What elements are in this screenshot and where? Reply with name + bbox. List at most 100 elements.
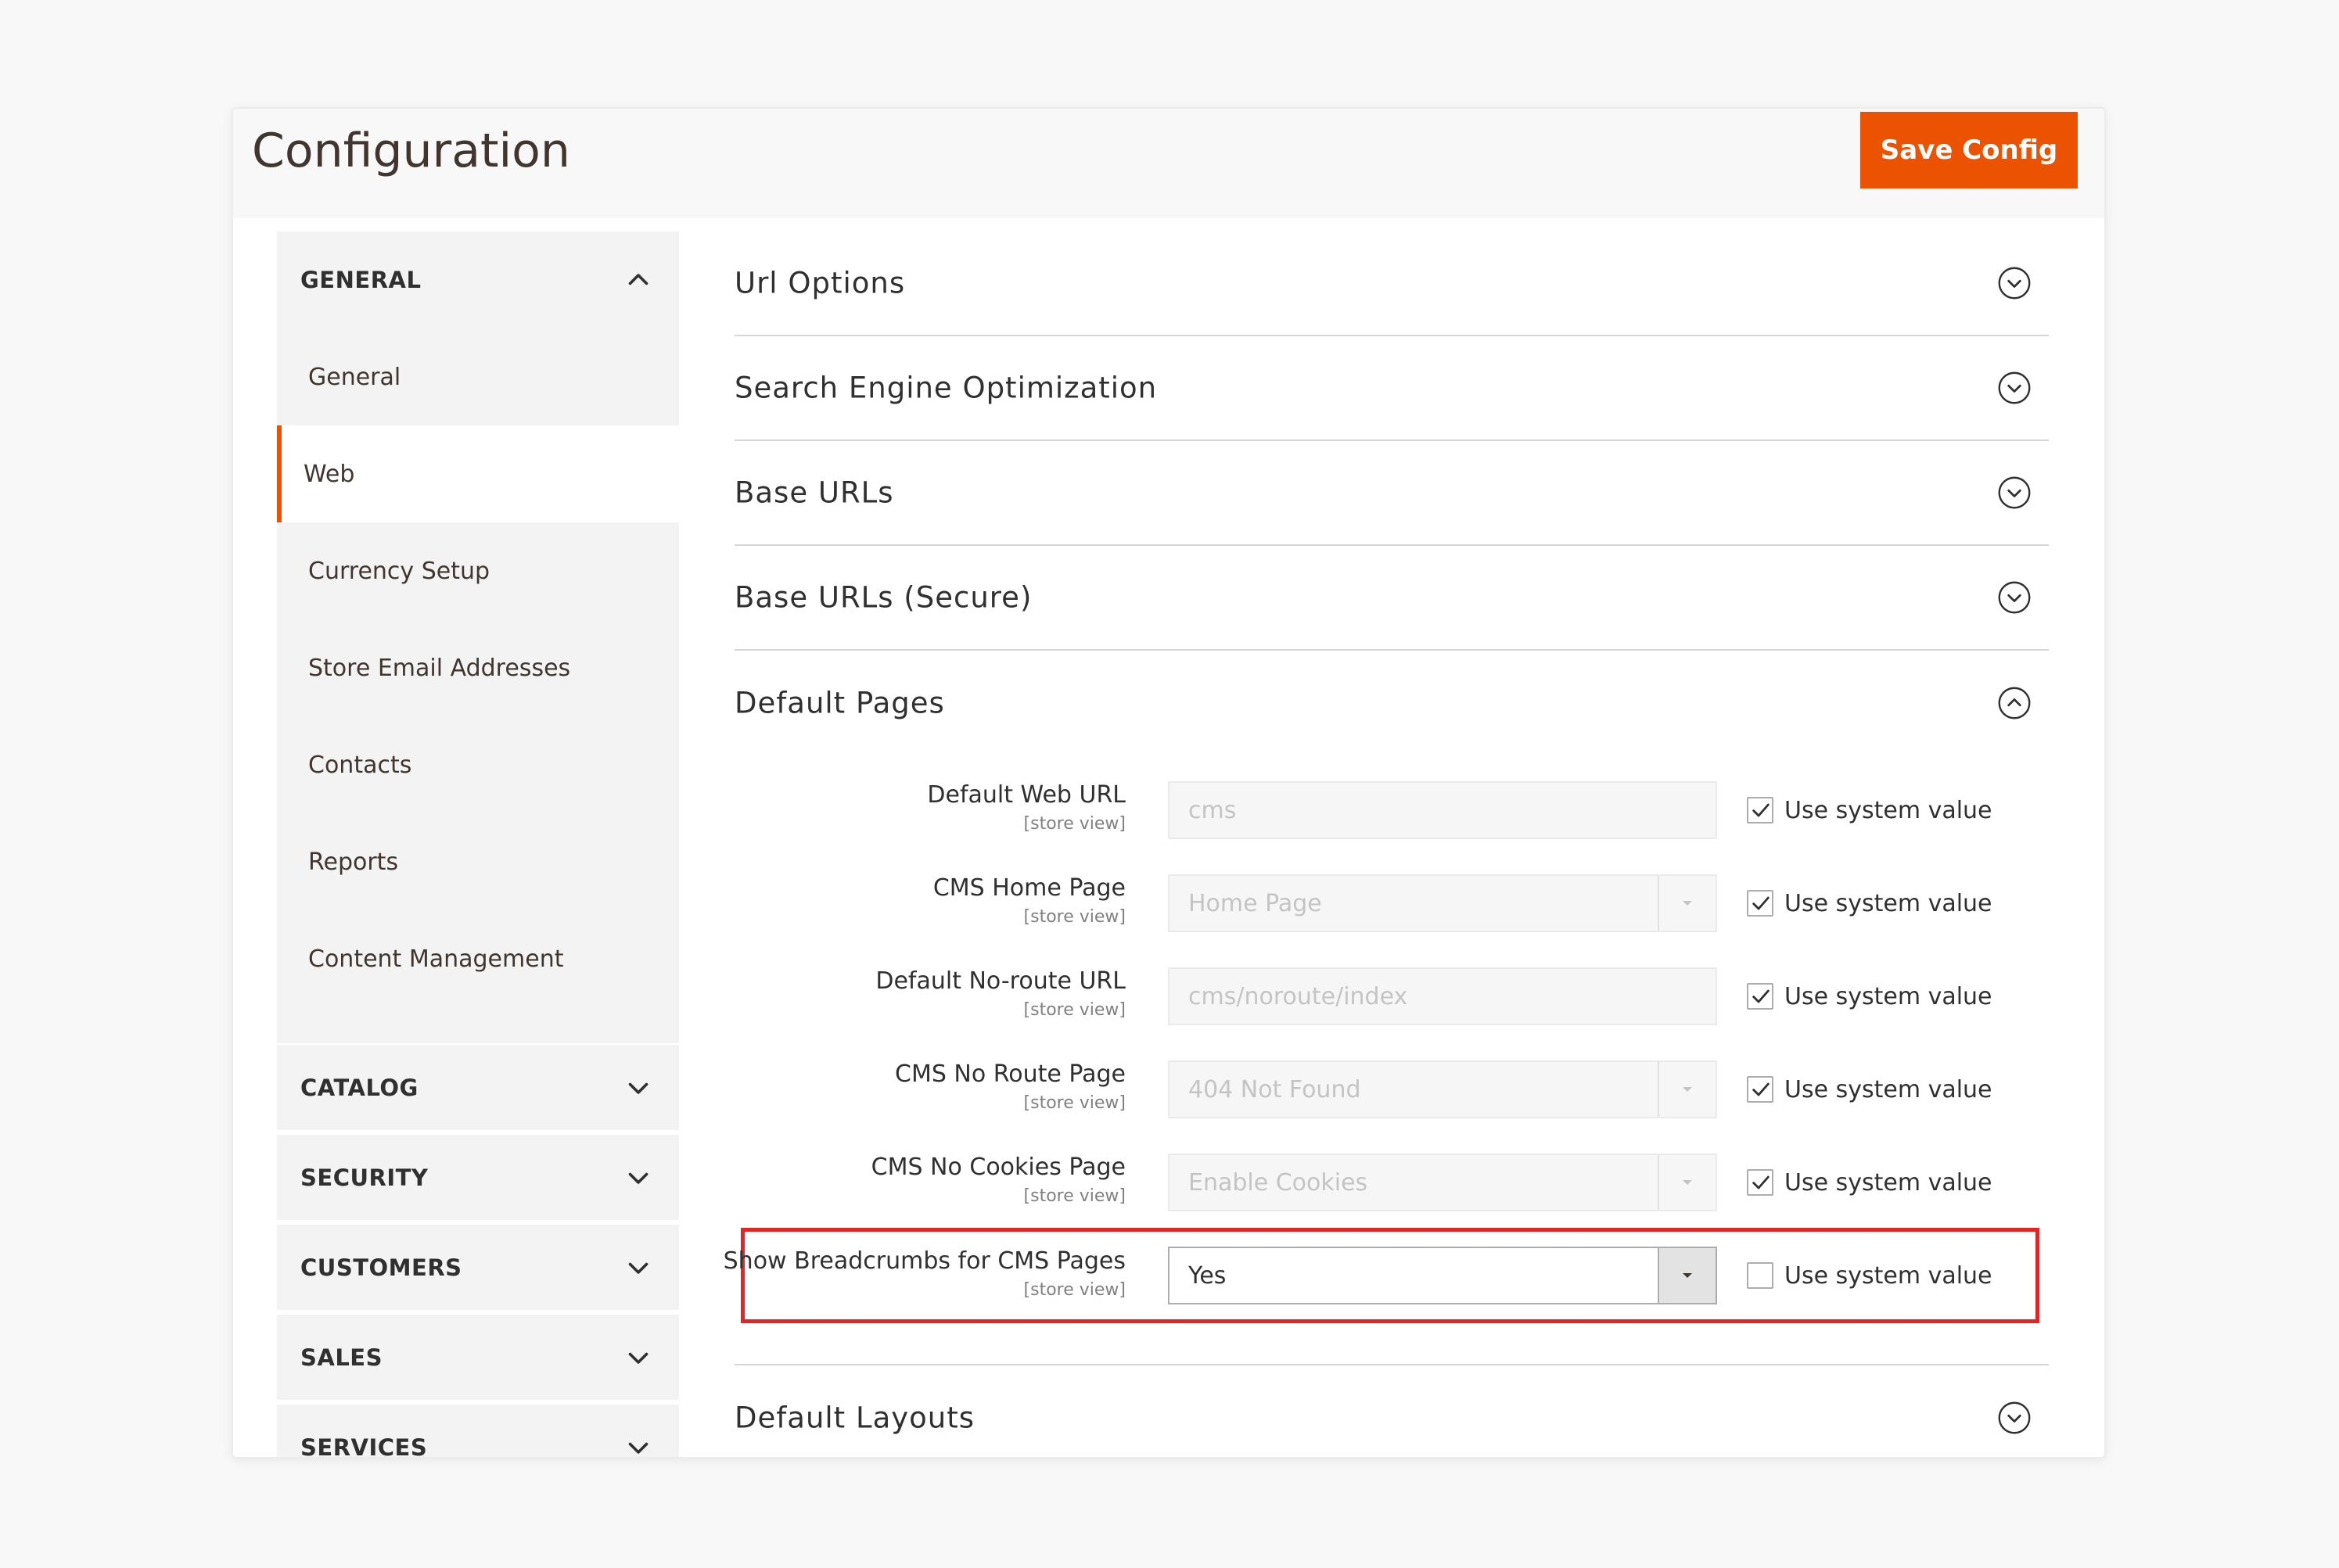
sidebar-group-customers[interactable]: CUSTOMERS [277, 1225, 679, 1313]
chevron-down-icon [628, 1082, 649, 1094]
config-sidebar: GENERAL General Web Currency Setup Store… [277, 231, 679, 1459]
cms-home-page-select[interactable]: Home Page [1168, 874, 1717, 932]
use-system-checkbox[interactable] [1747, 1169, 1773, 1196]
section-title: Default Layouts [735, 1401, 975, 1435]
sidebar-group-sales[interactable]: SALES [277, 1315, 679, 1403]
field-row-default-web-url: Default Web URL [store view] cms Use sys… [735, 781, 2049, 852]
chevron-down-icon [628, 1172, 649, 1184]
sidebar-group-security[interactable]: SECURITY [277, 1135, 679, 1223]
section-default-layouts[interactable]: Default Layouts [735, 1365, 2049, 1457]
use-system-checkbox[interactable] [1747, 1076, 1773, 1103]
save-config-button[interactable]: Save Config [1860, 112, 2078, 188]
sidebar-item-label: Contacts [308, 751, 412, 779]
chevron-up-icon [628, 274, 649, 285]
default-pages-fields: Default Web URL [store view] cms Use sys… [724, 755, 2049, 1365]
use-system-value-toggle[interactable]: Use system value [1747, 874, 1992, 932]
sidebar-item-label: Web [304, 460, 355, 488]
sidebar-item-label: General [308, 363, 401, 391]
use-system-checkbox[interactable] [1747, 983, 1773, 1010]
use-system-value-toggle[interactable]: Use system value [1747, 1060, 1992, 1118]
sidebar-item-reports[interactable]: Reports [277, 813, 679, 910]
use-system-value-toggle[interactable]: Use system value [1747, 1247, 1992, 1304]
section-title: Url Options [735, 266, 906, 300]
sidebar-item-web[interactable]: Web [277, 425, 679, 522]
sidebar-item-label: Reports [308, 848, 399, 876]
section-title: Base URLs [735, 475, 894, 510]
sidebar-item-currency-setup[interactable]: Currency Setup [277, 522, 679, 619]
default-no-route-url-input[interactable]: cms/noroute/index [1168, 967, 1717, 1025]
chevron-down-icon [628, 1442, 649, 1454]
field-value: cms [1188, 796, 1237, 824]
section-seo[interactable]: Search Engine Optimization [735, 336, 2049, 441]
sidebar-group-catalog[interactable]: CATALOG [277, 1045, 679, 1133]
sidebar-group-label: SALES [300, 1344, 383, 1371]
use-system-label: Use system value [1784, 1261, 1992, 1290]
field-label: Default No-route URL [875, 967, 1126, 995]
sidebar-item-label: Currency Setup [308, 557, 490, 585]
sidebar-item-label: Store Email Addresses [308, 654, 571, 682]
field-value: Enable Cookies [1188, 1168, 1368, 1197]
sidebar-item-content-management[interactable]: Content Management [277, 910, 679, 1007]
sidebar-group-label: SERVICES [300, 1433, 428, 1459]
section-default-pages[interactable]: Default Pages [735, 651, 2049, 755]
field-value: Home Page [1188, 889, 1322, 917]
field-scope: [store view] [1023, 1093, 1126, 1113]
section-base-urls[interactable]: Base URLs [735, 441, 2049, 546]
use-system-value-toggle[interactable]: Use system value [1747, 781, 1992, 839]
chevron-down-icon [628, 1352, 649, 1364]
configuration-panel: Configuration Save Config GENERAL Genera… [232, 107, 2106, 1459]
field-label: Show Breadcrumbs for CMS Pages [723, 1247, 1126, 1275]
use-system-label: Use system value [1784, 889, 1992, 917]
use-system-label: Use system value [1784, 796, 1992, 824]
dropdown-arrow-icon [1683, 1087, 1692, 1092]
field-row-show-breadcrumbs: Show Breadcrumbs for CMS Pages [store vi… [724, 1228, 2049, 1323]
sidebar-item-general[interactable]: General [277, 328, 679, 425]
section-title: Base URLs (Secure) [735, 580, 1033, 615]
use-system-value-toggle[interactable]: Use system value [1747, 1154, 1992, 1211]
chevron-down-icon [628, 1262, 649, 1274]
sidebar-group-label: GENERAL [300, 267, 422, 293]
cms-no-cookies-page-select[interactable]: Enable Cookies [1168, 1154, 1717, 1211]
field-value: 404 Not Found [1188, 1075, 1361, 1103]
sidebar-group-label: SECURITY [300, 1164, 429, 1191]
cms-no-route-page-select[interactable]: 404 Not Found [1168, 1060, 1717, 1118]
check-icon [1752, 989, 1770, 1003]
field-scope: [store view] [1023, 1000, 1126, 1020]
field-label: Default Web URL [927, 781, 1126, 809]
check-icon [1752, 896, 1770, 910]
section-title: Search Engine Optimization [735, 371, 1158, 405]
sidebar-group-label: CATALOG [300, 1074, 419, 1101]
use-system-label: Use system value [1784, 1168, 1992, 1197]
dropdown-arrow-icon [1683, 901, 1692, 906]
use-system-checkbox[interactable] [1747, 797, 1773, 823]
field-row-cms-no-route-page: CMS No Route Page [store view] 404 Not F… [735, 1060, 2049, 1131]
circle-chevron-down-icon [1998, 1401, 2031, 1434]
field-row-default-no-route-url: Default No-route URL [store view] cms/no… [735, 967, 2049, 1038]
use-system-checkbox[interactable] [1747, 890, 1773, 917]
use-system-checkbox[interactable] [1747, 1262, 1773, 1289]
sidebar-item-store-email-addresses[interactable]: Store Email Addresses [277, 619, 679, 716]
default-web-url-input[interactable]: cms [1168, 781, 1717, 839]
sidebar-group-services[interactable]: SERVICES [277, 1405, 679, 1459]
field-label: CMS No Cookies Page [871, 1154, 1126, 1181]
field-scope: [store view] [1023, 1280, 1126, 1300]
config-main: Url Options Search Engine Optimization B… [724, 231, 2049, 1457]
circle-chevron-down-icon [1998, 267, 2031, 300]
check-icon [1752, 803, 1770, 817]
field-label: CMS Home Page [932, 874, 1126, 902]
field-row-cms-no-cookies-page: CMS No Cookies Page [store view] Enable … [735, 1154, 2049, 1224]
sidebar-item-label: Content Management [308, 945, 564, 973]
circle-chevron-up-icon [1998, 687, 2031, 719]
field-row-cms-home-page: CMS Home Page [store view] Home Page Use… [735, 874, 2049, 945]
use-system-label: Use system value [1784, 1075, 1992, 1103]
use-system-value-toggle[interactable]: Use system value [1747, 967, 1992, 1025]
dropdown-arrow-icon [1683, 1273, 1692, 1278]
sidebar-item-contacts[interactable]: Contacts [277, 716, 679, 813]
field-scope: [store view] [1023, 1186, 1126, 1206]
dropdown-arrow-icon [1683, 1180, 1692, 1185]
show-breadcrumbs-select[interactable]: Yes [1168, 1247, 1717, 1304]
section-base-urls-secure[interactable]: Base URLs (Secure) [735, 546, 2049, 651]
section-url-options[interactable]: Url Options [735, 231, 2049, 336]
section-title: Default Pages [735, 686, 945, 720]
sidebar-group-general-header[interactable]: GENERAL [277, 231, 679, 328]
